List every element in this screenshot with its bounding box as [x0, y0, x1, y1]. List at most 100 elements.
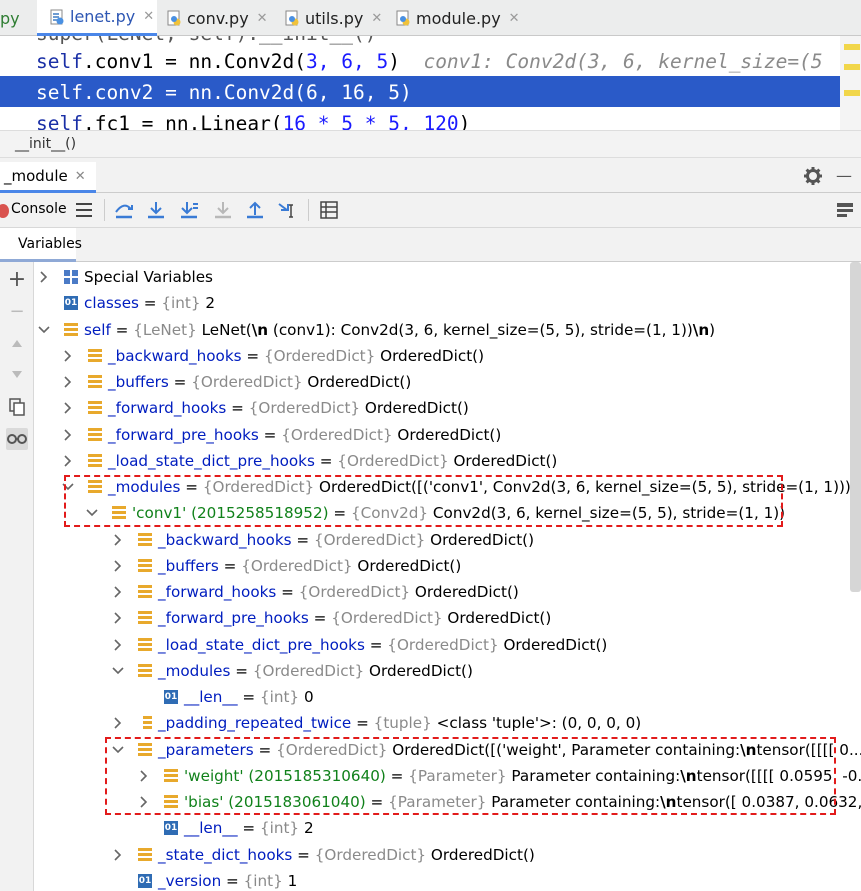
tree-row[interactable]: _forward_hooks = {OrderedDict} OrderedDi… — [34, 579, 861, 605]
tree-row[interactable]: Special Variables — [34, 264, 861, 290]
chevron-right-icon[interactable] — [111, 579, 125, 605]
code-line-conv2: self.conv2 = nn.Conv2d(6, 16, 5) — [36, 81, 412, 104]
move-up-icon[interactable] — [6, 332, 28, 354]
variable-type: {OrderedDict} — [191, 373, 303, 391]
variables-tree: Special Variables 01 classes = {int} 2 self… — [34, 262, 861, 891]
tree-row[interactable]: _modules = {OrderedDict} OrderedDict() — [34, 658, 861, 684]
move-down-icon[interactable] — [6, 364, 28, 386]
variable-value: OrderedDict() — [414, 583, 519, 601]
python-file-icon — [285, 10, 300, 26]
step-into-my-code-icon[interactable] — [178, 199, 200, 221]
tree-row[interactable]: self = {LeNet} LeNet(\n (conv1): Conv2d(… — [34, 317, 861, 343]
chevron-right-icon[interactable] — [61, 422, 75, 448]
tree-row[interactable]: _forward_pre_hooks = {OrderedDict} Order… — [34, 605, 861, 631]
chevron-down-icon[interactable] — [37, 317, 51, 343]
remove-watch-icon[interactable]: − — [6, 300, 28, 322]
tab-lenet[interactable]: lenet.py ✕ — [37, 0, 157, 36]
chevron-right-icon[interactable] — [111, 632, 125, 658]
minimize-icon[interactable]: — — [836, 166, 856, 186]
tree-row[interactable]: _load_state_dict_pre_hooks = {OrderedDic… — [34, 448, 861, 474]
close-icon[interactable]: ✕ — [143, 9, 154, 24]
chevron-right-icon[interactable] — [111, 553, 125, 579]
show-watches-icon[interactable] — [6, 428, 28, 450]
tree-row[interactable]: _buffers = {OrderedDict} OrderedDict() — [34, 553, 861, 579]
tab-utils[interactable]: utils.py ✕ — [285, 0, 382, 36]
close-icon[interactable]: ✕ — [257, 11, 268, 26]
chevron-right-icon[interactable] — [61, 395, 75, 421]
warning-marker[interactable] — [844, 90, 860, 96]
variable-name: __len__ — [184, 688, 238, 706]
console-tab[interactable]: Console — [11, 201, 67, 217]
variable-type: {OrderedDict} — [281, 425, 393, 444]
chevron-right-icon[interactable] — [37, 264, 51, 290]
breadcrumb-item[interactable]: __init__() — [15, 136, 76, 152]
force-step-into-icon[interactable] — [212, 199, 234, 221]
variable-type: {int} — [259, 688, 300, 706]
dict-type-icon — [88, 427, 102, 442]
gear-icon[interactable] — [803, 166, 823, 186]
variable-value: OrderedDict() — [307, 373, 412, 391]
variable-name: _buffers — [158, 556, 219, 575]
warning-marker[interactable] — [844, 64, 860, 70]
layout-settings-icon[interactable] — [834, 199, 856, 221]
vertical-scrollbar[interactable] — [850, 262, 861, 592]
chevron-right-icon[interactable] — [111, 527, 125, 553]
tab-label: utils.py — [305, 8, 364, 28]
close-icon[interactable]: ✕ — [371, 11, 382, 26]
tab-variables[interactable]: Variables — [0, 228, 82, 262]
tree-row[interactable]: _buffers = {OrderedDict} OrderedDict() — [34, 369, 861, 395]
tree-row[interactable]: 01 classes = {int} 2 — [34, 290, 861, 316]
variables-tab-bar: Variables — [0, 228, 861, 262]
tree-row[interactable]: _load_state_dict_pre_hooks = {OrderedDic… — [34, 632, 861, 658]
variable-type: {tuple} — [373, 714, 432, 733]
debugger-toolbar: Console — [0, 193, 861, 228]
variable-name: Special Variables — [84, 268, 213, 286]
tab-partial[interactable]: py — [0, 0, 20, 36]
tree-row[interactable]: _state_dict_hooks = {OrderedDict} Ordere… — [34, 842, 861, 868]
run-to-cursor-icon[interactable] — [277, 199, 299, 221]
tree-row[interactable]: 01 __len__ = {int} 2 — [34, 815, 861, 841]
tree-row-content: _forward_hooks = {OrderedDict} OrderedDi… — [108, 399, 469, 418]
debug-session-tab[interactable]: _module ✕ — [0, 162, 96, 193]
int-type-icon: 01 — [164, 690, 178, 704]
variable-type: {LeNet} — [133, 320, 197, 339]
tree-row[interactable]: _backward_hooks = {OrderedDict} OrderedD… — [34, 527, 861, 553]
tree-row[interactable]: 01 __len__ = {int} 0 — [34, 684, 861, 710]
chevron-right-icon[interactable] — [111, 605, 125, 631]
warning-marker[interactable] — [844, 44, 860, 50]
variable-name: _load_state_dict_pre_hooks — [158, 635, 365, 654]
tree-row[interactable]: _forward_hooks = {OrderedDict} OrderedDi… — [34, 395, 861, 421]
python-file-icon — [396, 10, 411, 26]
step-out-icon[interactable] — [244, 199, 266, 221]
tree-row[interactable]: _padding_repeated_twice = {tuple} <class… — [34, 710, 861, 736]
chevron-right-icon[interactable] — [111, 842, 125, 868]
tree-row[interactable]: _forward_pre_hooks = {OrderedDict} Order… — [34, 422, 861, 448]
evaluate-expression-icon[interactable] — [318, 199, 340, 221]
chevron-right-icon[interactable] — [111, 710, 125, 736]
special-variables-icon — [64, 270, 78, 284]
copy-icon[interactable] — [6, 396, 28, 418]
tree-row[interactable]: _backward_hooks = {OrderedDict} OrderedD… — [34, 343, 861, 369]
chevron-right-icon[interactable] — [61, 369, 75, 395]
step-over-icon[interactable] — [113, 199, 135, 221]
close-icon[interactable]: ✕ — [509, 11, 520, 26]
int-type-icon: 01 — [138, 873, 152, 888]
variable-type: {int} — [161, 294, 201, 313]
code-editor[interactable]: super(LeNet, self).__init__() self.conv1… — [0, 36, 861, 130]
step-into-icon[interactable] — [145, 199, 167, 221]
tab-conv[interactable]: conv.py ✕ — [167, 0, 268, 36]
variable-value: OrderedDict() — [369, 661, 473, 680]
add-watch-icon[interactable]: + — [6, 267, 28, 292]
breadcrumb[interactable]: __init__() — [0, 130, 861, 158]
chevron-right-icon[interactable] — [61, 448, 75, 474]
tree-row[interactable]: 01 _version = {int} 1 — [34, 868, 861, 891]
chevron-right-icon[interactable] — [61, 343, 75, 369]
editor-scroll-marker-strip[interactable] — [840, 36, 861, 130]
code-line-conv1: self.conv1 = nn.Conv2d(3, 6, 5) conv1: C… — [36, 50, 823, 73]
inline-value-hint: conv1: Conv2d(3, 6, kernel_size=(5 — [423, 50, 823, 73]
close-icon[interactable]: ✕ — [75, 169, 86, 184]
chevron-down-icon[interactable] — [111, 658, 125, 684]
menu-icon[interactable] — [73, 199, 95, 221]
tab-module[interactable]: module.py ✕ — [396, 0, 520, 36]
dict-type-icon — [88, 348, 102, 363]
